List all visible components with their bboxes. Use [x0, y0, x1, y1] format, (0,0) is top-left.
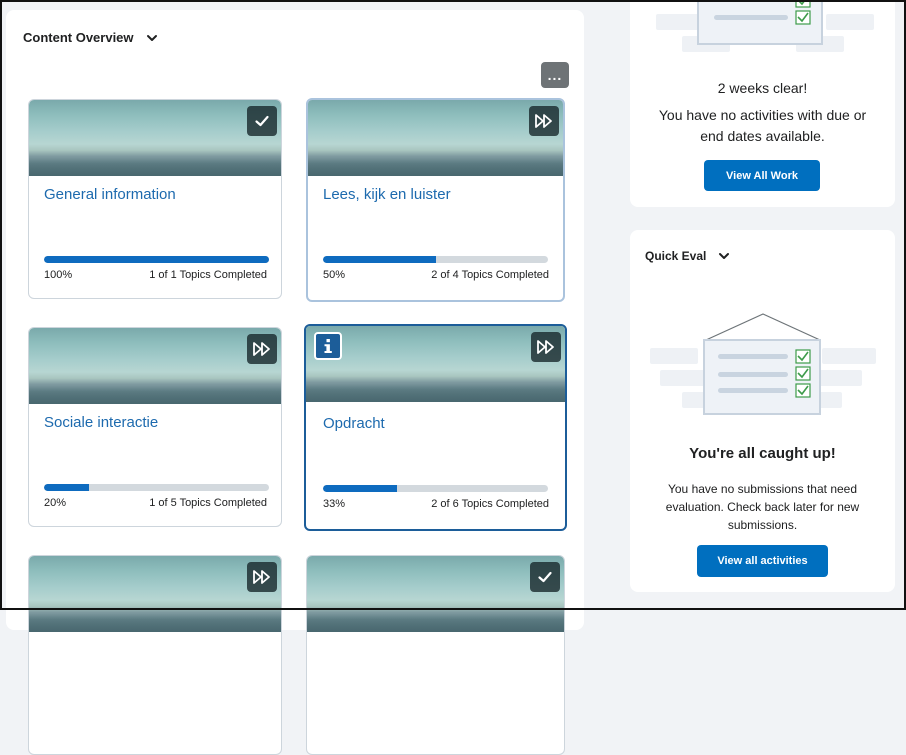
progress-bar — [323, 256, 548, 263]
progress-bar-fill — [323, 256, 436, 263]
empty-state-message: You have no submissions that need evalua… — [665, 482, 860, 532]
play-forward-icon — [247, 334, 277, 364]
content-overview-header[interactable]: Content Overview — [23, 30, 158, 45]
view-all-work-button[interactable]: View All Work — [704, 160, 820, 191]
empty-state-heading: You're all caught up! — [689, 445, 836, 462]
card-banner-image — [306, 326, 565, 402]
play-forward-icon — [529, 106, 559, 136]
progress-percent: 100% — [44, 269, 73, 281]
content-card-opdracht[interactable]: Opdracht 33% 2 of 6 Topics Completed — [304, 324, 567, 531]
work-to-do-panel: 2 weeks clear! You have no activities wi… — [630, 0, 895, 207]
progress-percent: 20% — [44, 497, 67, 509]
content-overview-panel: Content Overview ... General information… — [6, 10, 584, 755]
progress-bar — [44, 484, 269, 491]
play-forward-icon — [531, 332, 561, 362]
quick-eval-title: Quick Eval — [645, 249, 707, 263]
card-title[interactable]: Opdracht — [323, 415, 385, 432]
card-banner-image — [29, 328, 281, 404]
view-all-activities-button[interactable]: View all activities — [697, 545, 828, 577]
progress-bar-fill — [323, 485, 398, 492]
topics-completed-count: 1 of 5 Topics Completed — [149, 497, 267, 509]
chevron-down-icon — [719, 253, 730, 259]
empty-state-message: You have no activities with due or end d… — [658, 107, 867, 144]
empty-state-clipboard-illustration — [650, 313, 876, 415]
card-banner-image — [29, 100, 281, 176]
card-banner-image — [29, 556, 281, 632]
quick-eval-header[interactable]: Quick Eval — [645, 249, 730, 263]
progress-bar-fill — [44, 256, 269, 263]
info-icon[interactable] — [314, 332, 342, 360]
content-overview-title: Content Overview — [23, 30, 134, 45]
progress-percent: 50% — [323, 269, 346, 281]
play-forward-icon — [247, 562, 277, 592]
progress-bar-fill — [44, 484, 89, 491]
more-options-button[interactable]: ... — [541, 62, 569, 88]
content-card-lees-kijk-en-luister[interactable]: Lees, kijk en luister 50% 2 of 4 Topics … — [306, 98, 565, 302]
chevron-down-icon — [146, 34, 157, 41]
content-card[interactable] — [306, 555, 565, 755]
progress-bar — [44, 256, 269, 263]
card-title[interactable]: Sociale interactie — [44, 414, 158, 431]
topics-completed-count: 1 of 1 Topics Completed — [149, 269, 267, 281]
progress-percent: 33% — [323, 498, 346, 510]
card-title[interactable]: Lees, kijk en luister — [323, 186, 451, 203]
quick-eval-panel: Quick Eval You're all caught up! You hav… — [630, 230, 895, 592]
content-card-general-information[interactable]: General information 100% 1 of 1 Topics C… — [28, 99, 282, 299]
empty-state-clipboard-illustration — [656, 0, 874, 52]
empty-state-heading: 2 weeks clear! — [717, 80, 808, 96]
topics-completed-count: 2 of 4 Topics Completed — [431, 269, 549, 281]
card-banner-image — [308, 100, 563, 176]
content-card-sociale-interactie[interactable]: Sociale interactie 20% 1 of 5 Topics Com… — [28, 327, 282, 527]
progress-bar — [323, 485, 548, 492]
content-card[interactable] — [28, 555, 282, 755]
topics-completed-count: 2 of 6 Topics Completed — [431, 498, 549, 510]
card-banner-image — [307, 556, 564, 632]
card-title[interactable]: General information — [44, 186, 176, 203]
checkmark-icon — [247, 106, 277, 136]
checkmark-icon — [530, 562, 560, 592]
